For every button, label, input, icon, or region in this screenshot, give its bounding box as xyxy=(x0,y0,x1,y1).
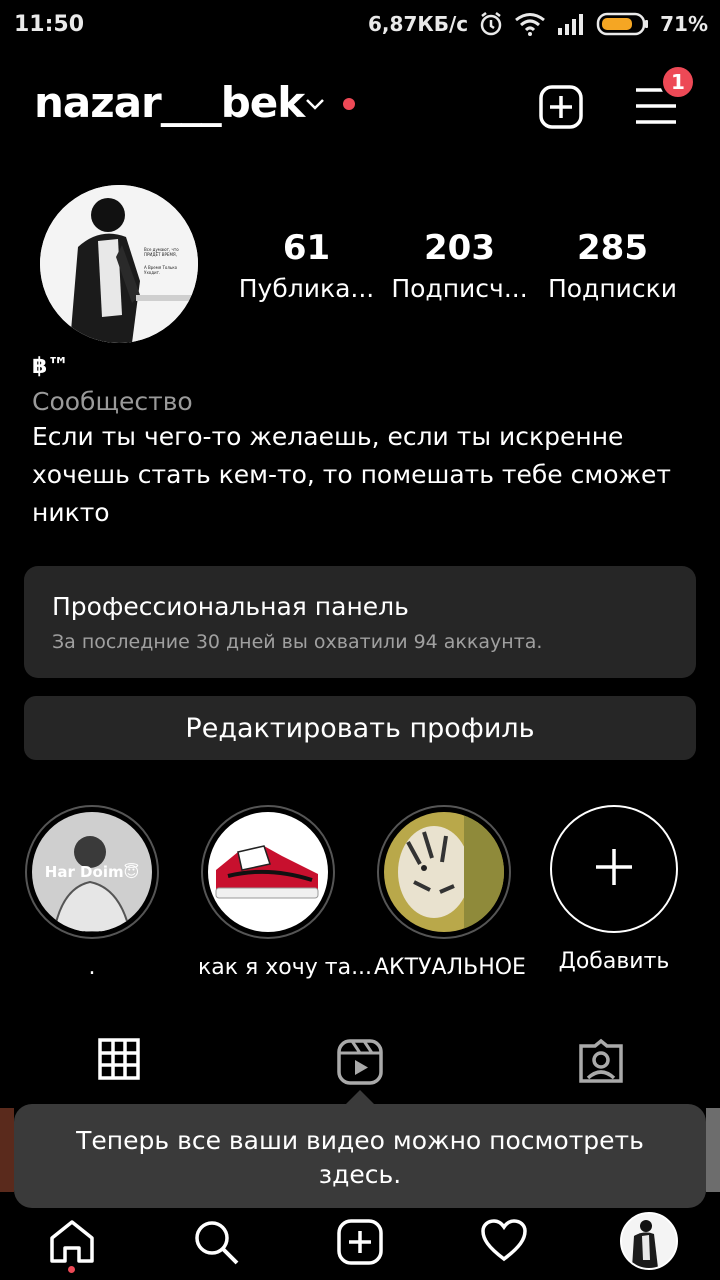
create-post-icon[interactable] xyxy=(538,84,584,134)
chevron-down-icon[interactable] xyxy=(304,96,326,115)
wifi-icon xyxy=(514,12,546,36)
battery-percent: 71% xyxy=(660,12,708,36)
profile-category: Сообщество xyxy=(32,387,193,416)
pro-panel-title: Профессиональная панель xyxy=(52,592,409,621)
pro-panel-subtitle: За последние 30 дней вы охватили 94 акка… xyxy=(52,631,543,653)
username-switcher[interactable]: nazar___bek xyxy=(34,78,305,127)
highlight-cover xyxy=(384,812,504,932)
alarm-icon xyxy=(478,11,504,37)
add-highlight[interactable]: Добавить xyxy=(544,805,684,974)
profile-header: nazar___bek 1 xyxy=(0,64,720,140)
home-icon[interactable] xyxy=(48,1218,96,1268)
profile-avatar[interactable] xyxy=(620,1212,678,1270)
unread-dot xyxy=(343,98,355,110)
highlight-label: Добавить xyxy=(558,949,670,974)
tagged-icon[interactable] xyxy=(578,1038,624,1088)
highlight-item[interactable]: АКТУАЛЬНОЕ xyxy=(374,805,526,980)
notification-badge: 1 xyxy=(660,64,696,100)
profile-stats: 61 Публика... 203 Подписч... 285 Подписк… xyxy=(230,228,700,303)
profile-avatar[interactable]: Все думают, что ПРИДЁТ ВРЕМЯ, А Время То… xyxy=(40,185,198,343)
highlight-item[interactable]: Har Doim😇 . xyxy=(22,805,162,980)
instagram-profile-screen: 11:50 6,87КБ/с 71% nazar___bek 1 Все дум… xyxy=(0,0,720,1280)
stat-label: Подписки xyxy=(547,274,678,303)
home-unread-dot xyxy=(68,1266,75,1273)
signal-icon xyxy=(556,12,586,36)
svg-text:ПРИДЁТ ВРЕМЯ,: ПРИДЁТ ВРЕМЯ, xyxy=(144,252,177,257)
reels-icon[interactable] xyxy=(336,1038,384,1090)
highlight-label: как я хочу та... xyxy=(198,955,373,980)
stat-value: 61 xyxy=(282,228,331,268)
profile-tabs xyxy=(0,1038,720,1098)
edit-profile-button[interactable]: Редактировать профиль xyxy=(24,696,696,760)
bio-text: Если ты чего-то желаешь, если ты искренн… xyxy=(32,422,671,527)
bottom-navigation xyxy=(0,1208,720,1280)
stat-value: 285 xyxy=(577,228,648,268)
stat-following[interactable]: 285 Подписки xyxy=(536,228,689,303)
highlight-cover xyxy=(208,812,328,932)
svg-text:Уходит.: Уходит. xyxy=(144,270,160,275)
new-highlight-ring xyxy=(550,805,678,933)
activity-icon[interactable] xyxy=(480,1218,528,1266)
profile-name: ฿™ xyxy=(32,354,70,379)
grid-icon[interactable] xyxy=(98,1038,140,1084)
highlight-ring xyxy=(377,805,511,939)
highlight-label: . xyxy=(88,955,96,980)
network-speed: 6,87КБ/с xyxy=(368,12,469,36)
stat-value: 203 xyxy=(424,228,495,268)
profile-bio: ฿™ Сообщество Если ты чего-то желаешь, е… xyxy=(32,354,692,532)
stat-label: Публика... xyxy=(238,274,375,303)
stat-followers[interactable]: 203 Подписч... xyxy=(383,228,536,303)
status-icons: 6,87КБ/с 71% xyxy=(368,11,708,37)
search-icon[interactable] xyxy=(192,1218,240,1270)
create-icon[interactable] xyxy=(336,1218,384,1270)
highlight-label: АКТУАЛЬНОЕ xyxy=(374,955,526,980)
plus-icon xyxy=(594,847,634,891)
professional-dashboard-card[interactable]: Профессиональная панель За последние 30 … xyxy=(24,566,696,678)
battery-icon xyxy=(596,11,650,37)
highlight-cover-text: Har Doim😇 xyxy=(44,863,140,881)
post-thumbnail-edge xyxy=(0,1108,14,1192)
post-thumbnail-edge xyxy=(706,1108,720,1192)
highlight-item[interactable]: как я хочу та... xyxy=(198,805,373,980)
highlight-ring xyxy=(201,805,335,939)
status-bar: 11:50 6,87КБ/с 71% xyxy=(0,0,720,50)
stat-label: Подписч... xyxy=(391,274,528,303)
reels-tooltip[interactable]: Теперь все ваши видео можно посмотреть з… xyxy=(14,1104,706,1208)
story-highlights: Har Doim😇 . как я хочу та... АКТУАЛЬНОЕ … xyxy=(0,805,720,995)
stat-posts[interactable]: 61 Публика... xyxy=(230,228,383,303)
status-time: 11:50 xyxy=(14,12,85,37)
